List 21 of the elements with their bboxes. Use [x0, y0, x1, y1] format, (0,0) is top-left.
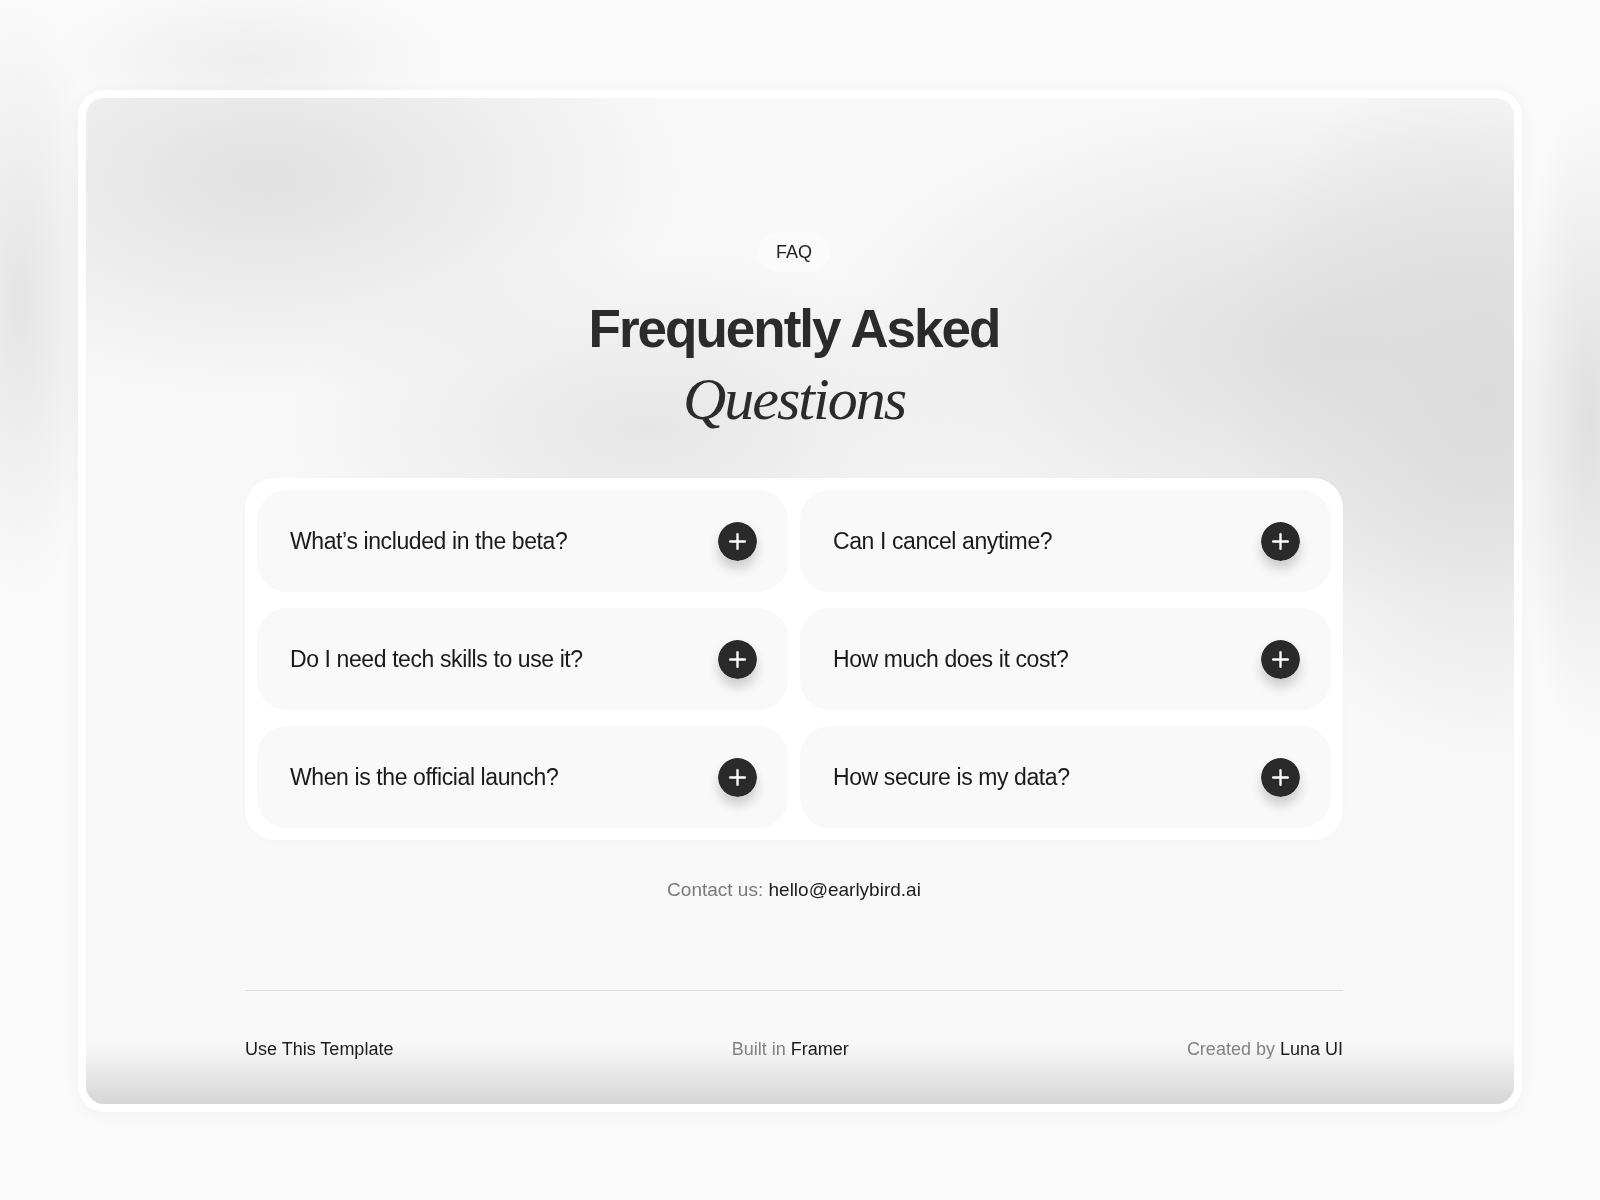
- plus-icon[interactable]: [1261, 521, 1300, 561]
- contact-text: Contact us: hello@earlybird.ai: [666, 878, 922, 902]
- faq-item[interactable]: When is the official launch?: [257, 726, 788, 828]
- faq-item[interactable]: Can I cancel anytime?: [800, 490, 1331, 592]
- built-in-text: Built in Framer: [731, 1038, 849, 1060]
- plus-icon[interactable]: [1261, 639, 1300, 679]
- plus-icon[interactable]: [718, 521, 757, 561]
- email-link[interactable]: hello@earlybird.ai: [768, 879, 921, 900]
- plus-icon[interactable]: [718, 639, 757, 679]
- use-template-link[interactable]: Use This Template: [245, 1038, 394, 1060]
- created-by-text: Created by Luna UI: [1186, 1038, 1343, 1060]
- plus-icon[interactable]: [1261, 757, 1300, 797]
- heading-subtitle: Questions: [683, 365, 905, 434]
- author-link[interactable]: Luna UI: [1279, 1039, 1343, 1059]
- plus-icon[interactable]: [718, 757, 757, 797]
- faq-item[interactable]: How much does it cost?: [800, 608, 1331, 710]
- faq-item[interactable]: Do I need tech skills to use it?: [257, 608, 788, 710]
- heading-title: Frequently Asked: [588, 298, 1000, 360]
- faq-item[interactable]: How secure is my data?: [800, 726, 1331, 828]
- faq-item[interactable]: What’s included in the beta?: [257, 490, 788, 592]
- framer-link[interactable]: Framer: [790, 1039, 849, 1059]
